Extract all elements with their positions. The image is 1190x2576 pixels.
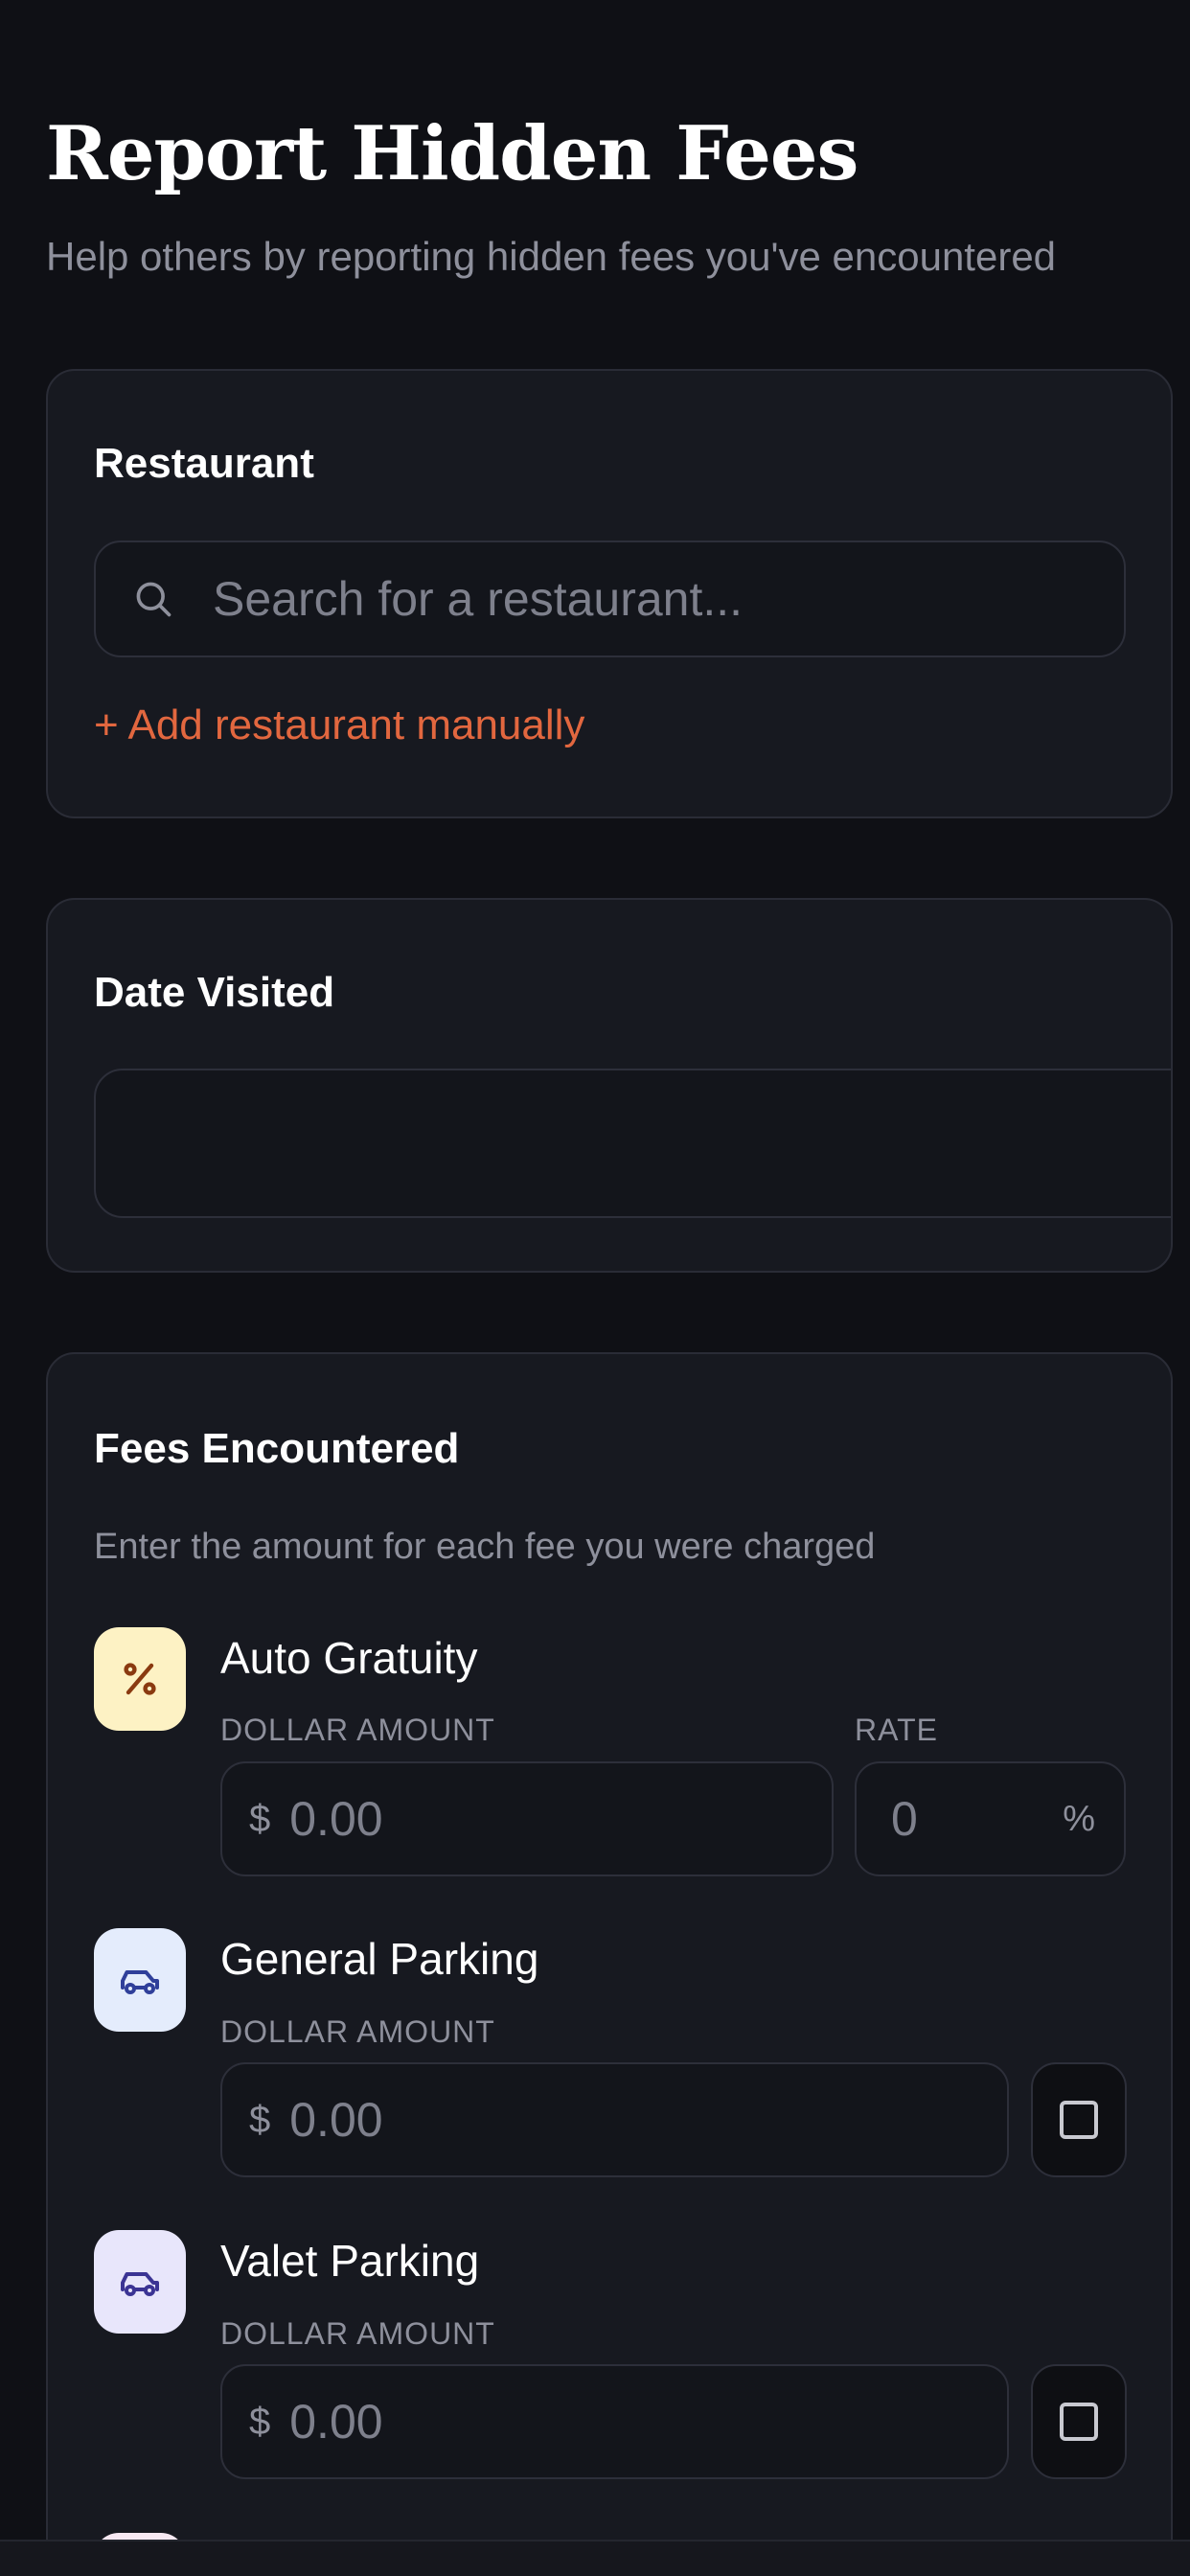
percent-icon <box>94 1627 186 1731</box>
valet-parking-checkbox[interactable] <box>1031 2364 1127 2479</box>
page-subtitle: Help others by reporting hidden fees you… <box>46 234 1057 279</box>
dollar-amount-label: DOLLAR AMOUNT <box>220 2316 495 2351</box>
fees-description: Enter the amount for each fee you were c… <box>94 1527 876 1567</box>
dollar-sign: $ <box>249 1797 271 1840</box>
date-visited-card: Date Visited <box>46 898 1173 1273</box>
date-visited-input[interactable] <box>94 1069 1171 1218</box>
fees-encountered-label: Fees Encountered <box>94 1425 460 1472</box>
checkbox-square-icon <box>1060 2403 1098 2441</box>
auto-gratuity-amount-field[interactable]: $ <box>220 1761 834 1876</box>
search-icon <box>136 582 172 617</box>
general-parking-amount-input[interactable] <box>289 2064 1007 2175</box>
car-icon <box>94 2230 186 2334</box>
dollar-sign: $ <box>249 2098 271 2141</box>
fee-name-valet-parking: Valet Parking <box>220 2236 480 2286</box>
date-visited-label: Date Visited <box>94 969 335 1016</box>
car-icon <box>94 1928 186 2032</box>
add-restaurant-manually-link[interactable]: + Add restaurant manually <box>94 702 584 749</box>
restaurant-label: Restaurant <box>94 440 314 487</box>
restaurant-search-input[interactable] <box>213 542 1124 656</box>
auto-gratuity-amount-input[interactable] <box>289 1763 832 1874</box>
percent-sign: % <box>1063 1798 1095 1839</box>
auto-gratuity-rate-input[interactable] <box>891 1763 1035 1874</box>
general-parking-checkbox[interactable] <box>1031 2062 1127 2177</box>
checkbox-square-icon <box>1060 2101 1098 2139</box>
report-fees-page: Report Hidden Fees Help others by report… <box>0 0 1190 2576</box>
page-title: Report Hidden Fees <box>46 110 858 197</box>
valet-parking-amount-field[interactable]: $ <box>220 2364 1009 2479</box>
dollar-sign: $ <box>249 2400 271 2443</box>
fees-encountered-card: Fees Encountered Enter the amount for ea… <box>46 1352 1173 2576</box>
rate-label: RATE <box>855 1713 938 1747</box>
general-parking-amount-field[interactable]: $ <box>220 2062 1009 2177</box>
fee-name-general-parking: General Parking <box>220 1934 539 1984</box>
auto-gratuity-rate-field[interactable]: % <box>855 1761 1126 1876</box>
fee-name-auto-gratuity: Auto Gratuity <box>220 1633 478 1683</box>
restaurant-search-box[interactable] <box>94 540 1126 657</box>
restaurant-card: Restaurant + Add restaurant manually <box>46 369 1173 818</box>
valet-parking-amount-input[interactable] <box>289 2366 1007 2477</box>
bottom-bar <box>0 2540 1190 2576</box>
dollar-amount-label: DOLLAR AMOUNT <box>220 2014 495 2049</box>
dollar-amount-label: DOLLAR AMOUNT <box>220 1713 495 1747</box>
